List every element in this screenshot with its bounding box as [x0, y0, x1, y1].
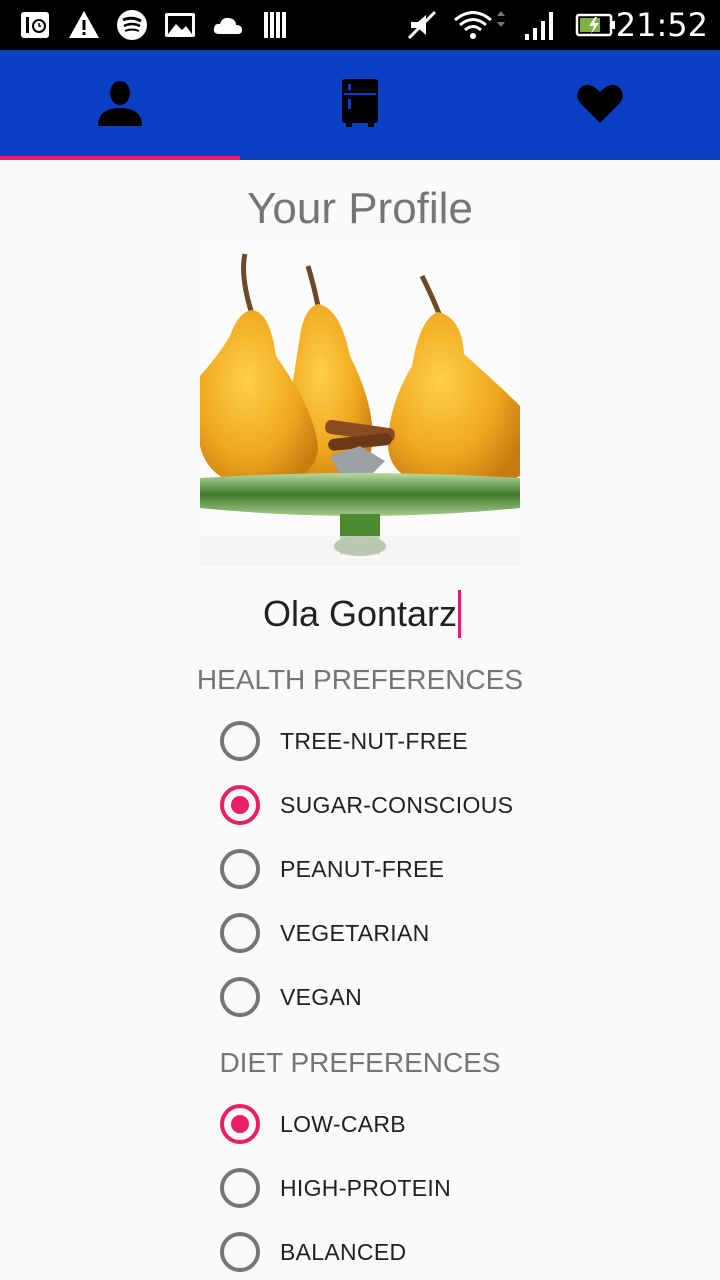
name-input[interactable]: Ola Gontarz: [262, 590, 462, 638]
radio-vegan[interactable]: VEGAN: [220, 972, 362, 1022]
radio-button[interactable]: [220, 913, 260, 953]
spotify-icon: [114, 8, 150, 42]
heart-icon: [576, 81, 624, 130]
muted-icon: [404, 8, 440, 42]
settings-clock-icon: [18, 8, 54, 42]
fridge-icon: [340, 77, 380, 134]
tab-selected-indicator: [0, 156, 240, 160]
radio-sugar-conscious[interactable]: SUGAR-CONSCIOUS: [220, 780, 513, 830]
radio-vegetarian[interactable]: VEGETARIAN: [220, 908, 430, 958]
radio-button-checked[interactable]: [220, 785, 260, 825]
radio-label: VEGAN: [280, 983, 363, 1010]
tab-fridge[interactable]: [240, 50, 480, 160]
tab-favorites[interactable]: [480, 50, 720, 160]
radio-label: LOW-CARB: [280, 1110, 406, 1137]
radio-button[interactable]: [220, 1232, 260, 1272]
radio-button[interactable]: [220, 1168, 260, 1208]
signal-icon: [520, 8, 560, 42]
radio-button-checked[interactable]: [220, 1104, 260, 1144]
health-preferences-title: HEALTH PREFERENCES: [196, 664, 524, 695]
radio-low-carb[interactable]: LOW-CARB: [220, 1099, 406, 1149]
radio-button[interactable]: [220, 977, 260, 1017]
image-icon: [162, 8, 198, 42]
radio-high-protein[interactable]: HIGH-PROTEIN: [220, 1163, 451, 1213]
radio-label: SUGAR-CONSCIOUS: [280, 791, 514, 818]
radio-button[interactable]: [220, 849, 260, 889]
name-value: Ola Gontarz: [262, 593, 458, 634]
radio-tree-nut-free[interactable]: TREE-NUT-FREE: [220, 716, 468, 766]
warning-icon: [66, 8, 102, 42]
radio-balanced[interactable]: BALANCED: [220, 1227, 406, 1277]
tab-profile[interactable]: [0, 50, 240, 160]
library-icon: [258, 8, 294, 42]
radio-button[interactable]: [220, 721, 260, 761]
status-bar: 21:52: [0, 0, 720, 50]
diet-preferences-title: DIET PREFERENCES: [219, 1047, 501, 1078]
battery-charging-icon: [574, 8, 618, 42]
profile-image[interactable]: [200, 246, 520, 566]
text-cursor: [458, 590, 462, 638]
radio-label: PEANUT-FREE: [280, 855, 445, 882]
name-field[interactable]: Ola Gontarz: [0, 590, 720, 638]
person-icon: [96, 78, 144, 133]
radio-label: HIGH-PROTEIN: [280, 1174, 451, 1201]
tab-bar: [0, 50, 720, 160]
radio-label: VEGETARIAN: [280, 919, 430, 946]
page-title: Your Profile: [247, 184, 473, 233]
radio-label: BALANCED: [280, 1238, 407, 1265]
radio-peanut-free[interactable]: PEANUT-FREE: [220, 844, 444, 894]
radio-label: TREE-NUT-FREE: [280, 727, 468, 754]
status-time: 21:52: [615, 6, 708, 44]
wifi-icon: [452, 8, 508, 42]
cloud-icon: [210, 8, 246, 42]
